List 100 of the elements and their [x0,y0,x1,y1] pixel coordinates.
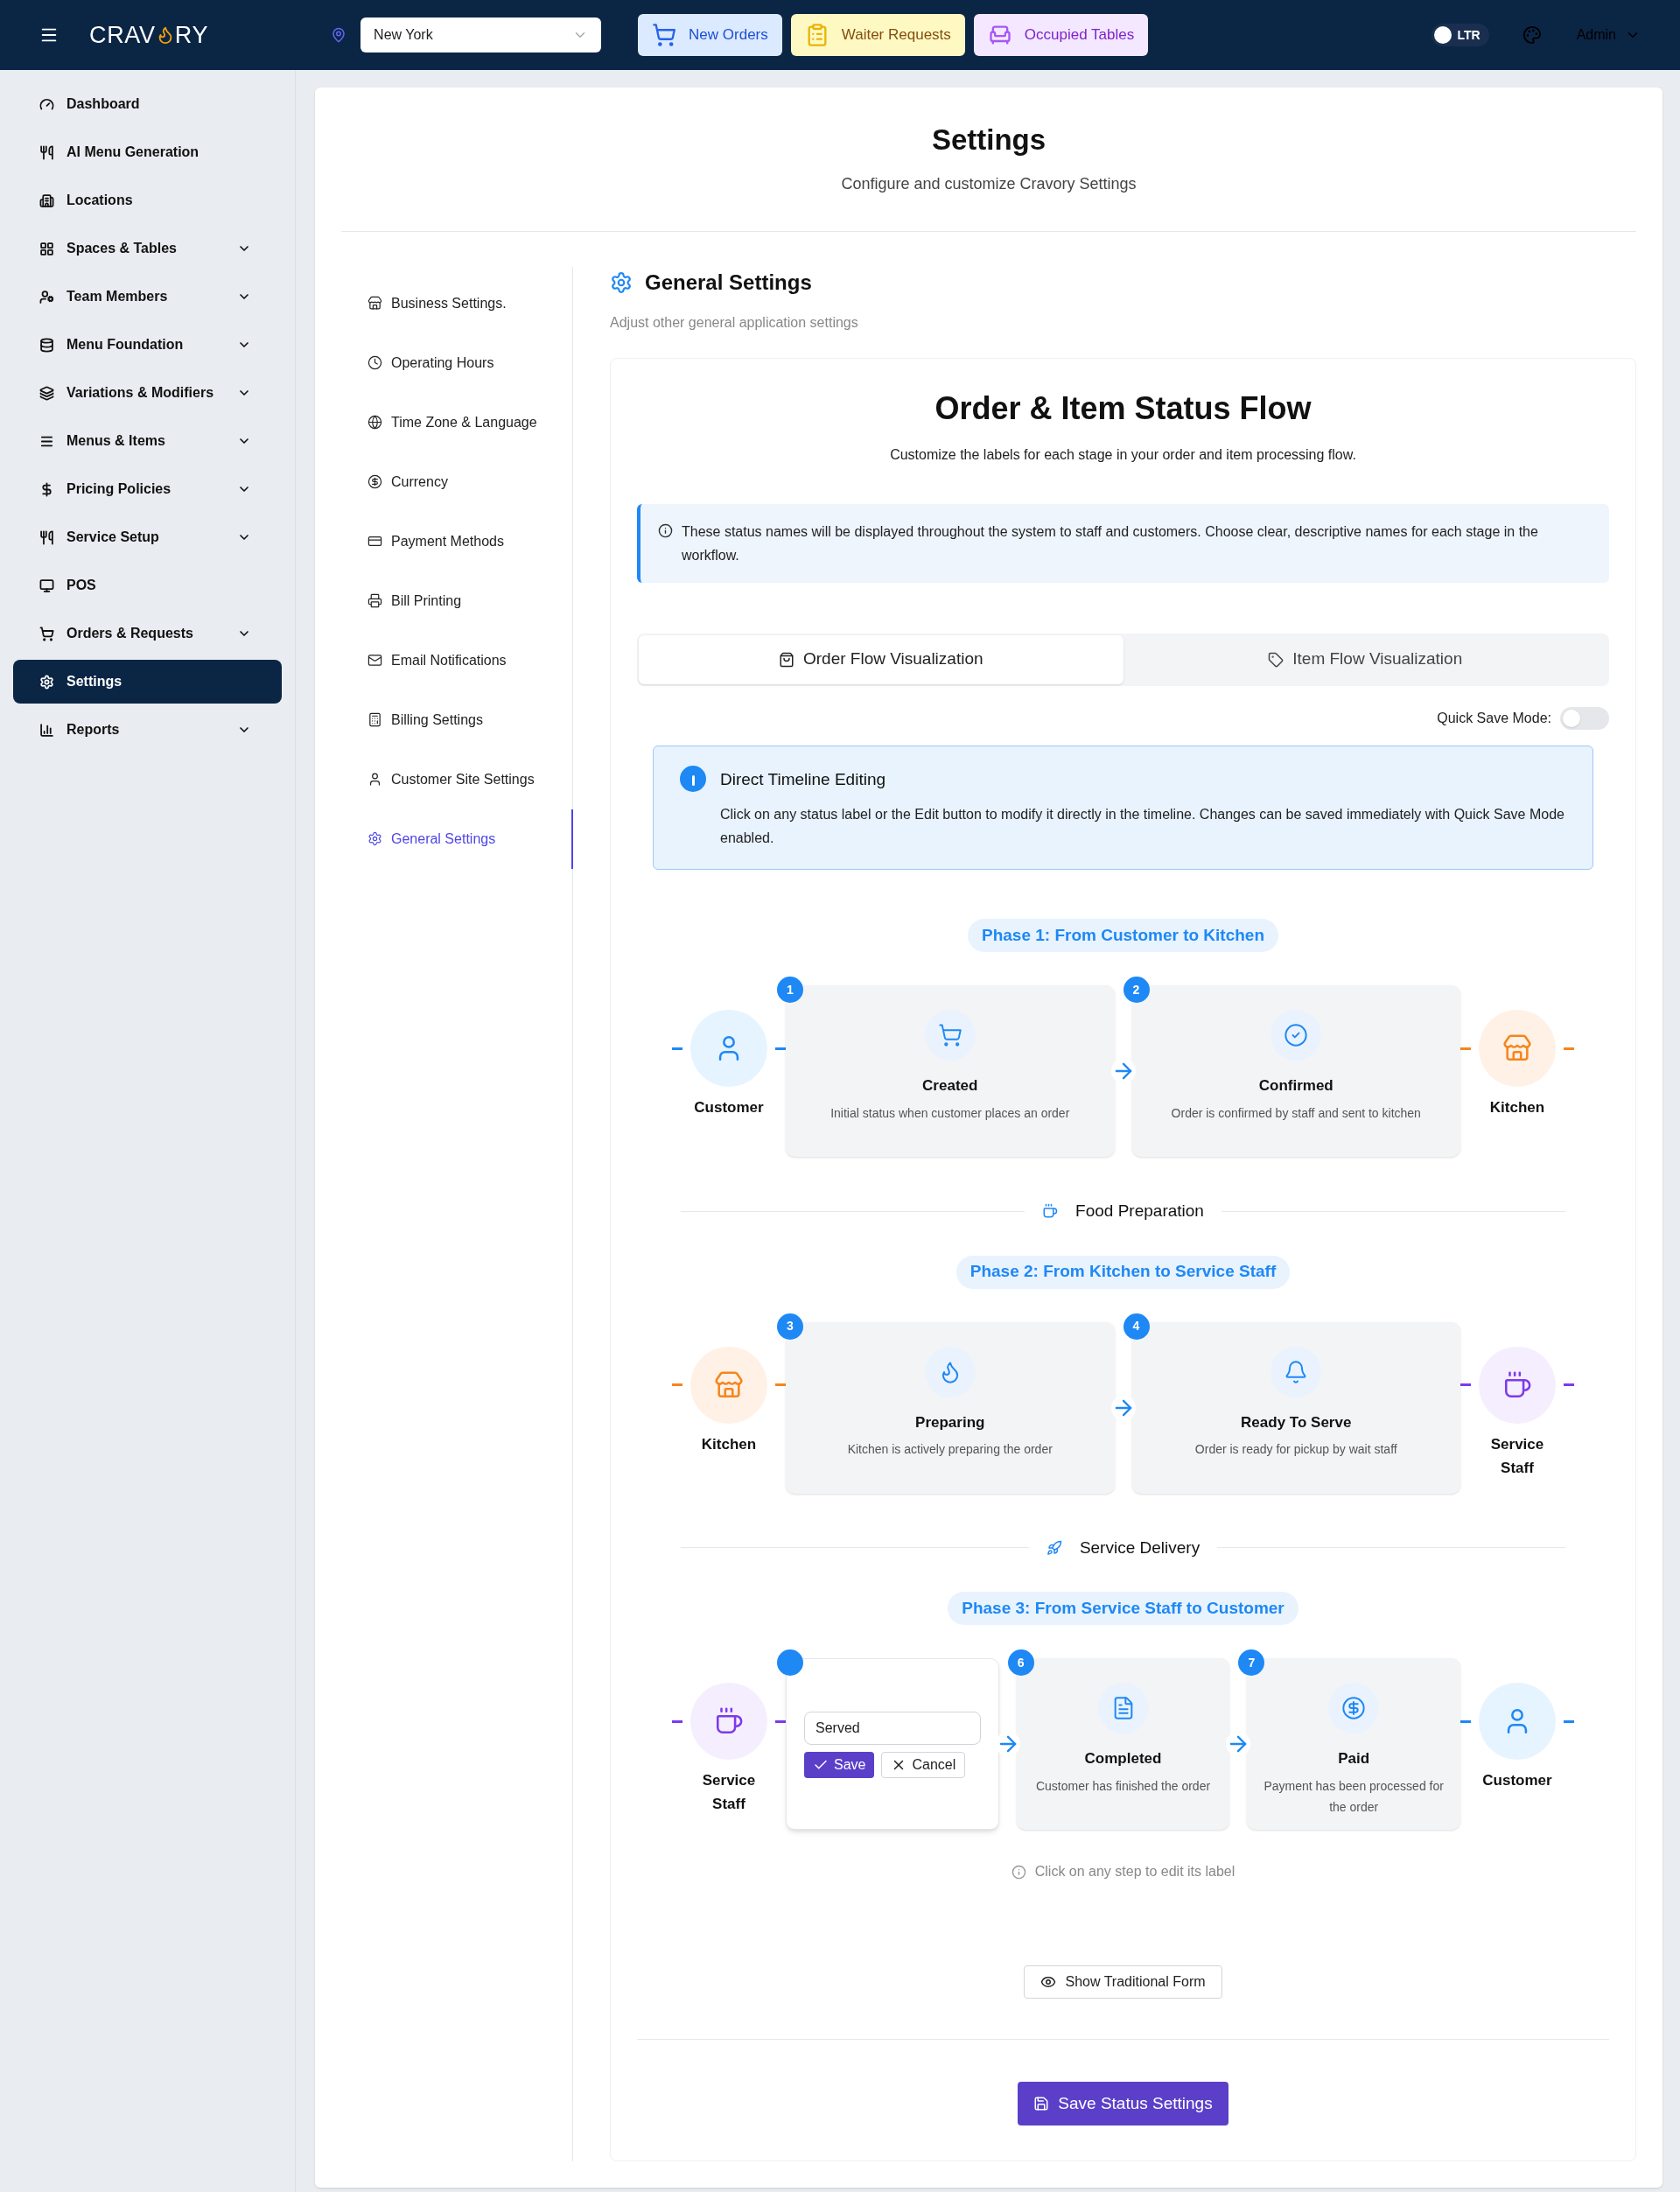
check-circle-icon [1284,1023,1309,1047]
cart-icon [937,1023,962,1047]
dollar-icon [39,481,54,497]
quick-save-toggle[interactable] [1560,706,1609,730]
tag-icon [1268,651,1284,668]
monitor-icon [39,578,54,593]
settings-nav-item[interactable]: Payment Methods [341,511,573,571]
sidebar-item[interactable]: Pricing Policies [13,467,282,511]
sidebar-item[interactable]: Team Members [13,275,282,319]
save-button[interactable]: Save [804,1752,875,1778]
card-icon [368,534,382,549]
actor-label: Kitchen [700,1434,758,1454]
settings-nav-item[interactable]: General Settings [341,809,573,869]
sidebar-item[interactable]: Service Setup [13,515,282,559]
hint-text: Click on any step to edit its label [1034,1863,1236,1880]
step-label: Paid [1338,1749,1370,1768]
step-number: 1 [777,977,803,1003]
grid-icon [39,241,54,256]
cancel-button[interactable]: Cancel [881,1752,966,1778]
sidebar-item[interactable]: Dashboard [13,82,282,126]
store-icon [368,296,382,311]
step-label: Completed [1084,1749,1162,1768]
phase-title: Phase 2: From Kitchen to Service Staff [956,1255,1291,1289]
separator-label: Service Delivery [1079,1537,1200,1558]
save-icon [1033,2096,1050,2111]
printer-icon [368,593,382,608]
section-subtitle: Adjust other general application settings [610,313,859,332]
settings-nav-item[interactable]: Bill Printing [341,571,573,631]
store-icon [714,1369,744,1400]
save-status-settings-button[interactable]: Save Status Settings [1018,2082,1228,2125]
actor-label: Customer [1481,1771,1553,1790]
quick-access-button[interactable]: Waiter Requests [790,14,965,56]
fork-knife-icon [39,529,54,545]
status-label-input[interactable]: Served [804,1712,981,1745]
cart-icon [652,23,677,47]
location-pin-icon [331,27,347,43]
bar-chart-icon [39,722,54,738]
dollar-circle-icon [1341,1696,1367,1720]
mail-icon [368,653,382,668]
step-label: Preparing [915,1412,985,1432]
layers-icon [39,385,54,401]
sidebar-item[interactable]: Menu Foundation [13,323,282,367]
step-label: Confirmed [1258,1076,1334,1096]
bag-icon [778,651,794,668]
actor-label: Customer [693,1098,765,1117]
calculator-icon [368,712,382,727]
sidebar-item[interactable]: AI Menu Generation [13,130,282,174]
sidebar-item[interactable]: Settings [13,660,282,704]
direction-toggle[interactable]: LTR [1432,24,1489,46]
settings-nav-item[interactable]: Currency [341,452,573,512]
settings-nav-item[interactable]: Email Notifications [341,630,573,690]
sidebar-item[interactable]: Spaces & Tables [13,227,282,270]
sidebar-item[interactable]: Orders & Requests [13,612,282,655]
step-description: Customer has finished the order [1035,1777,1211,1795]
step-number: 3 [777,1313,803,1340]
logo: CRAV RY [89,20,209,50]
section-title: General Settings [645,269,812,296]
actor-label: Kitchen [1488,1098,1546,1117]
step-label: Ready To Serve [1241,1412,1352,1432]
cup-icon [1042,1203,1059,1220]
settings-nav-item[interactable]: Time Zone & Language [341,392,573,452]
quick-access-button[interactable]: New Orders [638,14,782,56]
sidebar-item[interactable]: Reports [13,708,282,752]
fork-knife-icon [39,144,54,160]
phase-title: Phase 1: From Customer to Kitchen [967,919,1279,952]
sidebar-item[interactable]: Menus & Items [13,419,282,463]
sidebar-item[interactable]: POS [13,564,282,607]
palette-icon[interactable] [1522,25,1542,45]
step-badge [777,1649,803,1676]
settings-nav-item[interactable]: Customer Site Settings [341,749,573,809]
flow-tab[interactable]: Item Flow Visualization [1123,634,1607,684]
store-icon [1502,1033,1532,1063]
dollar-circle-icon [368,474,382,489]
clock-icon [368,355,382,370]
settings-icon [39,674,54,690]
actor-label: Service Staff [701,1771,757,1814]
sidebar-item[interactable]: Locations [13,179,282,222]
step-description: Payment has been processed for the order [1263,1777,1445,1816]
location-select[interactable]: New York [360,18,602,53]
flow-tab[interactable]: Order Flow Visualization [639,634,1124,684]
tip-text: Click on any status label or the Edit button to modify it directly in the timeline. Changes can be saved immediately with Quick Save Mode enabled. [720,806,1565,847]
show-traditional-form-button[interactable]: Show Traditional Form [1024,1965,1222,1999]
cart-icon [39,626,54,641]
notice-text: These status names will be displayed throughout the system to staff and customers. Choose clear, descriptive names for each stage in the workflow. [682,522,1539,564]
step-number: 4 [1123,1313,1150,1340]
quick-save-label: Quick Save Mode: [1437,709,1551,727]
flow-subtitle: Customize the labels for each stage in your order and item processing flow. [889,445,1357,464]
step-label: Created [922,1076,978,1096]
settings-icon [610,270,633,294]
rocket-icon [1046,1539,1062,1556]
sidebar-item[interactable]: Variations & Modifiers [13,371,282,415]
step-description: Order is confirmed by staff and sent to kitchen [1171,1104,1421,1122]
quick-access-button[interactable]: Occupied Tables [973,14,1149,56]
step-description: Kitchen is actively preparing the order [847,1441,1053,1458]
eye-icon [1040,1974,1057,1990]
users-icon [39,289,54,305]
settings-nav-item[interactable]: Billing Settings [341,690,573,750]
settings-nav-item[interactable]: Operating Hours [341,333,573,393]
settings-nav-item[interactable]: Business Settings. [341,273,573,333]
actor-label: Service Staff [1489,1434,1545,1478]
